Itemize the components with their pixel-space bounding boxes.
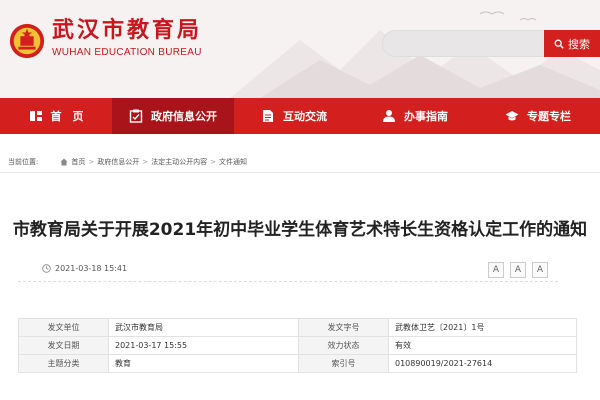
checklist-icon [129, 109, 143, 123]
table-label: 效力状态 [298, 336, 389, 355]
table-row: 主题分类 教育 索引号 010890019/2021-27614 [18, 354, 577, 373]
table-row: 发文单位 武汉市教育局 发文字号 武教体卫艺〔2021〕1号 [18, 318, 577, 337]
table-value: 武汉市教育局 [108, 318, 299, 337]
graduation-cap-icon [505, 111, 519, 121]
main-nav: 首 页 政府信息公开 互动交流 办事指南 专题专栏 [0, 98, 600, 134]
person-icon [383, 110, 395, 122]
document-icon [263, 110, 273, 122]
article-meta-bar: 2021-03-18 15:41 A A A [18, 258, 558, 282]
divider [0, 172, 600, 173]
search-input[interactable] [382, 30, 550, 57]
publish-time-value: 2021-03-18 15:41 [55, 264, 128, 273]
table-label: 发文单位 [18, 318, 109, 337]
breadcrumb: 当前位置: 首页 > 政府信息公开 > 法定主动公开内容 > 文件通知 [8, 156, 247, 168]
nav-item-special[interactable]: 专题专栏 [476, 98, 600, 134]
national-emblem-icon [9, 23, 45, 59]
nav-item-label: 政府信息公开 [151, 110, 217, 123]
nav-item-label: 办事指南 [404, 110, 448, 123]
site-header: 武汉市教育局 WUHAN EDUCATION BUREAU 搜索 [0, 0, 600, 98]
site-title: 武汉市教育局 [52, 18, 203, 43]
publish-time: 2021-03-18 15:41 [42, 264, 127, 273]
nav-item-label: 专题专栏 [527, 110, 571, 123]
site-subtitle: WUHAN EDUCATION BUREAU [52, 47, 202, 58]
clock-icon [42, 264, 51, 273]
table-label: 发文字号 [298, 318, 389, 337]
search-button-label: 搜索 [568, 37, 590, 51]
breadcrumb-separator: > [210, 158, 216, 166]
nav-item-guide[interactable]: 办事指南 [354, 98, 476, 134]
nav-item-label: 互动交流 [283, 110, 327, 123]
breadcrumb-item-home[interactable]: 首页 [71, 157, 85, 167]
breadcrumb-prefix: 当前位置: [8, 158, 39, 166]
font-size-controls: A A A [488, 262, 548, 278]
nav-item-gov-info[interactable]: 政府信息公开 [112, 98, 234, 134]
table-label: 主题分类 [18, 354, 109, 373]
table-label: 索引号 [298, 354, 389, 373]
nav-item-home[interactable]: 首 页 [0, 98, 112, 134]
font-increase-button[interactable]: A [488, 262, 504, 278]
home-icon [60, 158, 68, 166]
font-reset-button[interactable]: A [532, 262, 548, 278]
search-button[interactable]: 搜索 [544, 30, 600, 57]
article-title: 市教育局关于开展2021年初中毕业学生体育艺术特长生资格认定工作的通知 [12, 220, 588, 240]
table-label: 发文日期 [18, 336, 109, 355]
table-value: 010890019/2021-27614 [388, 354, 577, 373]
table-value: 2021-03-17 15:55 [108, 336, 299, 355]
document-info-table: 发文单位 武汉市教育局 发文字号 武教体卫艺〔2021〕1号 发文日期 2021… [18, 318, 577, 373]
home-icon [29, 111, 42, 121]
table-value: 教育 [108, 354, 299, 373]
breadcrumb-item-statutory[interactable]: 法定主动公开内容 [151, 157, 207, 167]
table-row: 发文日期 2021-03-17 15:55 效力状态 有效 [18, 336, 577, 355]
breadcrumb-separator: > [142, 158, 149, 166]
table-value: 有效 [388, 336, 577, 355]
breadcrumb-separator: > [88, 158, 95, 166]
breadcrumb-item-gov-info[interactable]: 政府信息公开 [97, 157, 139, 167]
breadcrumb-item-notices[interactable]: 文件通知 [219, 157, 247, 167]
table-value: 武教体卫艺〔2021〕1号 [388, 318, 577, 337]
search-icon [554, 39, 564, 49]
nav-item-interaction[interactable]: 互动交流 [234, 98, 354, 134]
font-decrease-button[interactable]: A [510, 262, 526, 278]
nav-item-label: 首 页 [50, 110, 84, 123]
